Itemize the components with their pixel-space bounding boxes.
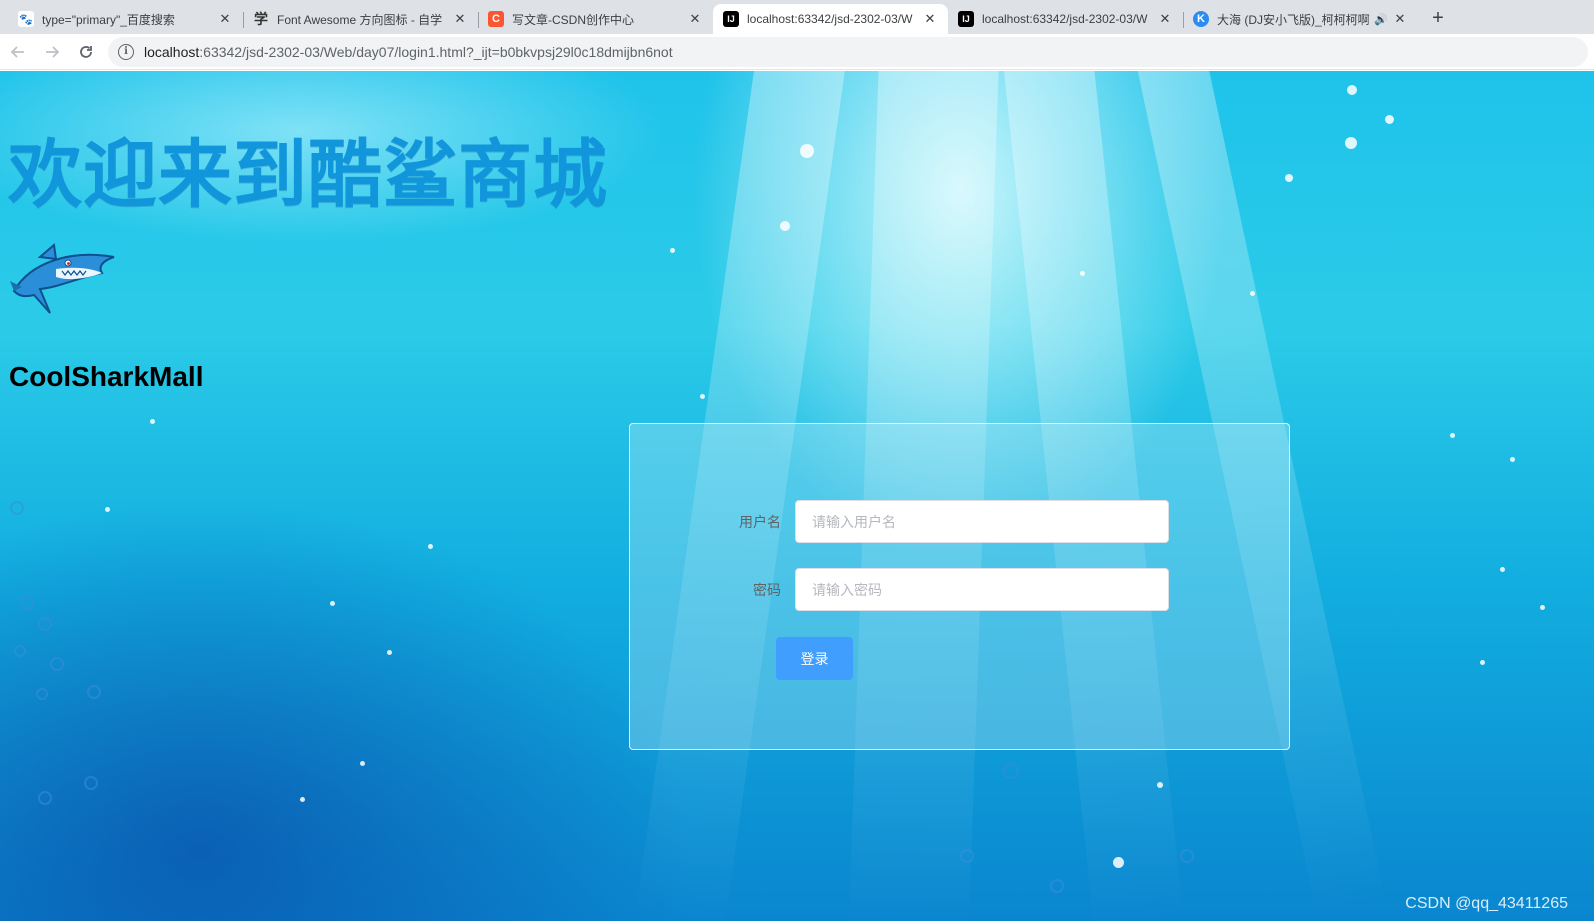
login-button[interactable]: 登录: [776, 637, 853, 680]
csdn-icon: C: [488, 11, 504, 27]
forward-button[interactable]: [36, 36, 68, 68]
password-input[interactable]: [795, 568, 1169, 611]
intellij-icon: IJ: [723, 11, 739, 27]
close-tab-icon[interactable]: ✕: [217, 11, 233, 27]
close-tab-icon[interactable]: ✕: [922, 11, 938, 27]
baidu-paw-icon: 🐾: [18, 11, 34, 27]
close-tab-icon[interactable]: ✕: [1392, 11, 1408, 27]
page-viewport: 欢迎来到酷鲨商城 CoolSharkMall 用户名 密码 登录 CSDN @q…: [0, 71, 1594, 921]
close-tab-icon[interactable]: ✕: [1157, 11, 1173, 27]
back-button[interactable]: [2, 36, 34, 68]
brand-name: CoolSharkMall: [9, 361, 204, 392]
browser-toolbar: i localhost:63342/jsd-2302-03/Web/day07/…: [0, 34, 1594, 70]
reload-button[interactable]: [70, 36, 102, 68]
xue-icon: 学: [254, 11, 268, 27]
tab-title: Font Awesome 方向图标 - 自学: [277, 12, 443, 27]
tab-title: type="primary"_百度搜索: [42, 12, 175, 27]
close-tab-icon[interactable]: ✕: [687, 11, 703, 27]
audio-playing-icon[interactable]: 🔊: [1374, 13, 1388, 26]
browser-tab-fontawesome[interactable]: 学 Font Awesome 方向图标 - 自学 ✕: [243, 4, 478, 34]
intellij-icon: IJ: [958, 11, 974, 27]
tab-title: localhost:63342/jsd-2302-03/W: [747, 12, 913, 26]
url-host: localhost: [144, 43, 200, 60]
password-label: 密码: [753, 581, 781, 598]
browser-tab-strip: 🐾 type="primary"_百度搜索 ✕ 学 Font Awesome 方…: [0, 0, 1594, 34]
browser-tab-csdn[interactable]: C 写文章-CSDN创作中心 ✕: [478, 4, 713, 34]
browser-tab-music[interactable]: K 大海 (DJ安小飞版)_柯柯柯啊 🔊 ✕: [1183, 4, 1418, 34]
tab-title: 大海 (DJ安小飞版)_柯柯柯啊: [1217, 12, 1370, 27]
back-arrow-icon: [10, 45, 24, 58]
csdn-watermark: CSDN @qq_43411265: [1405, 895, 1568, 912]
new-tab-button[interactable]: +: [1424, 4, 1452, 32]
username-input[interactable]: [795, 500, 1169, 543]
reload-icon: [80, 45, 92, 58]
site-info-icon[interactable]: i: [118, 43, 134, 60]
forward-arrow-icon: [46, 45, 60, 58]
browser-tab-localhost-active[interactable]: IJ localhost:63342/jsd-2302-03/W ✕: [713, 4, 948, 34]
password-row: 密码: [630, 568, 1291, 611]
welcome-title: 欢迎来到酷鲨商城: [8, 132, 608, 218]
address-bar[interactable]: i localhost:63342/jsd-2302-03/Web/day07/…: [108, 36, 1588, 67]
browser-tab-localhost[interactable]: IJ localhost:63342/jsd-2302-03/W ✕: [948, 4, 1183, 34]
login-card: 用户名 密码 登录: [629, 423, 1290, 750]
username-row: 用户名: [630, 500, 1291, 543]
shark-logo-icon: [10, 243, 115, 314]
tab-title: 写文章-CSDN创作中心: [512, 12, 634, 27]
url-path: :63342/jsd-2302-03/Web/day07/login1.html…: [199, 43, 673, 60]
browser-tab-baidu[interactable]: 🐾 type="primary"_百度搜索 ✕: [8, 4, 243, 34]
username-label: 用户名: [739, 513, 781, 530]
close-tab-icon[interactable]: ✕: [452, 11, 468, 27]
tab-title: localhost:63342/jsd-2302-03/W: [982, 12, 1148, 26]
kugou-icon: K: [1193, 11, 1209, 27]
